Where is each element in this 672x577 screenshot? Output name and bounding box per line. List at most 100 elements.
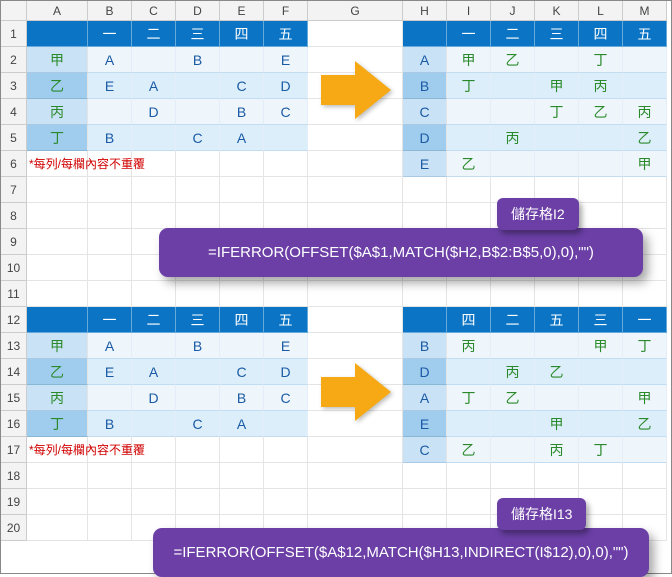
cell-L18 (579, 463, 623, 489)
left-data-1-0: E (88, 359, 132, 385)
left-hdr-1: 二 (132, 307, 176, 333)
left-data-0-4: E (264, 47, 308, 73)
cell-B11 (88, 281, 132, 307)
col-header-K: K (535, 1, 579, 21)
cell-G6 (308, 151, 403, 177)
right-data-4-2 (535, 151, 579, 177)
left-data-0-4: E (264, 333, 308, 359)
cell-B19 (88, 489, 132, 515)
left-label-2: 丙 (27, 385, 88, 411)
left-data-1-4: D (264, 73, 308, 99)
cell-A18 (27, 463, 88, 489)
cell-D7 (176, 177, 220, 203)
row-header-7: 7 (1, 177, 27, 203)
left-data-1-4: D (264, 359, 308, 385)
cell-K18 (535, 463, 579, 489)
right-data-3-0 (447, 125, 491, 151)
row-header-3: 3 (1, 73, 27, 99)
cell-ref-tag-1: 儲存格I2 (497, 198, 579, 230)
right-data-1-3 (579, 359, 623, 385)
formula-box-2: =IFERROR(OFFSET($A$12,MATCH($H13,INDIREC… (153, 528, 649, 577)
note-text: *每列/每欄內容不重覆 (27, 437, 267, 463)
right-data-4-1 (491, 437, 535, 463)
cell-H18 (403, 463, 447, 489)
right-data-0-3: 甲 (579, 333, 623, 359)
left-data-3-2: C (176, 125, 220, 151)
cell-A8 (27, 203, 88, 229)
right-data-0-4: 丁 (623, 333, 667, 359)
cell-C19 (132, 489, 176, 515)
right-hdr-4: 一 (623, 307, 667, 333)
arrow-icon (321, 363, 381, 413)
cell-B10 (88, 255, 132, 281)
cell-G17 (308, 437, 403, 463)
right-hdr-3: 四 (579, 21, 623, 47)
right-data-1-4 (623, 73, 667, 99)
left-hdr-1: 二 (132, 21, 176, 47)
left-data-1-3: C (220, 359, 264, 385)
right-data-1-2: 乙 (535, 359, 579, 385)
left-data-2-4: C (264, 385, 308, 411)
cell-M7 (623, 177, 667, 203)
cell-E19 (220, 489, 264, 515)
cell-F19 (264, 489, 308, 515)
cell-A20 (27, 515, 88, 541)
cell-C7 (132, 177, 176, 203)
left-data-2-4: C (264, 99, 308, 125)
cell-A10 (27, 255, 88, 281)
cell-L8 (579, 203, 623, 229)
col-header-A: A (27, 1, 88, 21)
row-header-20: 20 (1, 515, 27, 541)
cell-I8 (447, 203, 491, 229)
row-header-19: 19 (1, 489, 27, 515)
cell-I11 (447, 281, 491, 307)
row-header-4: 4 (1, 99, 27, 125)
right-data-2-0: 丁 (447, 385, 491, 411)
right-data-4-4: 甲 (623, 151, 667, 177)
left-data-1-2 (176, 73, 220, 99)
row-header-11: 11 (1, 281, 27, 307)
right-data-2-1: 乙 (491, 385, 535, 411)
left-hdr-blank (27, 21, 88, 47)
right-hdr-3: 三 (579, 307, 623, 333)
arrow-icon (321, 61, 381, 111)
col-header-I: I (447, 1, 491, 21)
row-header-8: 8 (1, 203, 27, 229)
right-data-0-1: 乙 (491, 47, 535, 73)
row-header-5: 5 (1, 125, 27, 151)
cell-M18 (623, 463, 667, 489)
right-label-2: A (403, 385, 447, 411)
right-data-0-0: 甲 (447, 47, 491, 73)
left-data-3-4 (264, 125, 308, 151)
cell-B8 (88, 203, 132, 229)
right-label-1: B (403, 73, 447, 99)
row-header-2: 2 (1, 47, 27, 73)
cell-F7 (264, 177, 308, 203)
cell-K11 (535, 281, 579, 307)
left-label-0: 甲 (27, 333, 88, 359)
left-data-2-2 (176, 99, 220, 125)
cell-B20 (88, 515, 132, 541)
right-data-3-1 (491, 411, 535, 437)
left-data-2-3: B (220, 99, 264, 125)
right-hdr-blank (403, 21, 447, 47)
right-data-4-2: 丙 (535, 437, 579, 463)
left-data-3-2: C (176, 411, 220, 437)
row-header-17: 17 (1, 437, 27, 463)
right-data-1-4 (623, 359, 667, 385)
right-data-3-3 (579, 411, 623, 437)
cell-A7 (27, 177, 88, 203)
right-label-3: D (403, 125, 447, 151)
cell-H11 (403, 281, 447, 307)
col-header-B: B (88, 1, 132, 21)
right-data-2-2 (535, 385, 579, 411)
right-label-0: B (403, 333, 447, 359)
right-hdr-1: 二 (491, 21, 535, 47)
left-label-1: 乙 (27, 359, 88, 385)
left-data-1-2 (176, 359, 220, 385)
right-label-0: A (403, 47, 447, 73)
corner (1, 1, 27, 21)
right-data-1-0: 丁 (447, 73, 491, 99)
formula-box-1: =IFERROR(OFFSET($A$1,MATCH($H2,B$2:B$5,0… (159, 228, 643, 277)
cell-A11 (27, 281, 88, 307)
